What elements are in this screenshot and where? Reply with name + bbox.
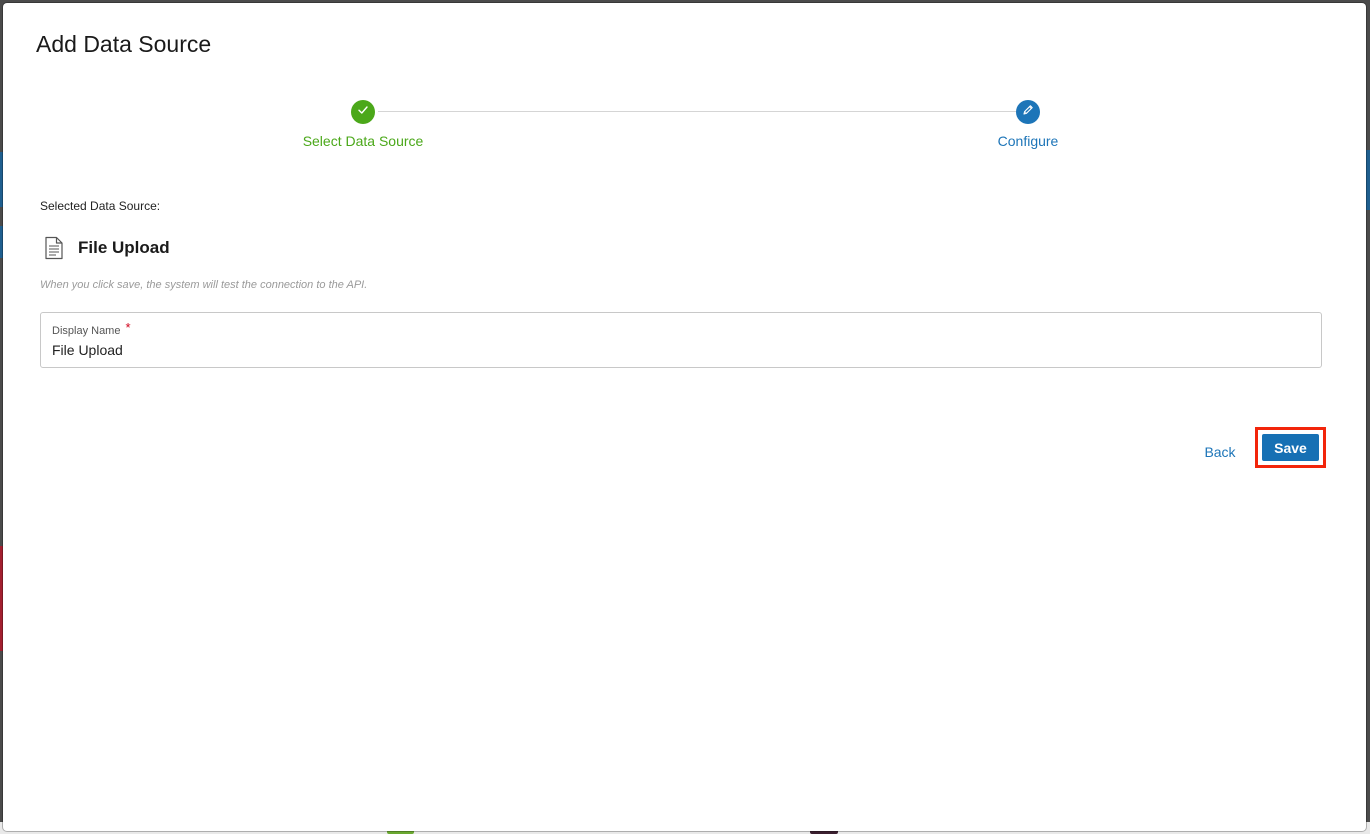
pencil-icon	[1021, 103, 1035, 122]
document-icon	[44, 236, 64, 265]
display-name-input[interactable]	[52, 340, 1252, 360]
backdrop-blue-strip	[1366, 150, 1370, 210]
selected-source-name: File Upload	[78, 238, 170, 257]
step-select-data-source-label[interactable]: Select Data Source	[263, 133, 463, 149]
step-select-data-source-indicator[interactable]	[351, 100, 375, 124]
modal-title: Add Data Source	[36, 31, 212, 57]
step-configure-label: Configure	[997, 133, 1059, 149]
required-marker: *	[125, 320, 131, 335]
check-icon	[357, 103, 369, 121]
stepper-connector-line	[378, 111, 1018, 112]
add-data-source-modal: Add Data Source	[3, 3, 1366, 831]
step-configure-indicator	[1016, 100, 1040, 124]
display-name-label-text: Display Name	[52, 325, 121, 337]
save-button[interactable]: Save	[1262, 434, 1319, 461]
display-name-label: Display Name *	[52, 320, 131, 337]
selected-data-source-label: Selected Data Source:	[40, 199, 161, 213]
save-hint-text: When you click save, the system will tes…	[40, 279, 368, 291]
display-name-field[interactable]: Display Name *	[40, 312, 1322, 368]
back-button[interactable]: Back	[1196, 437, 1244, 467]
